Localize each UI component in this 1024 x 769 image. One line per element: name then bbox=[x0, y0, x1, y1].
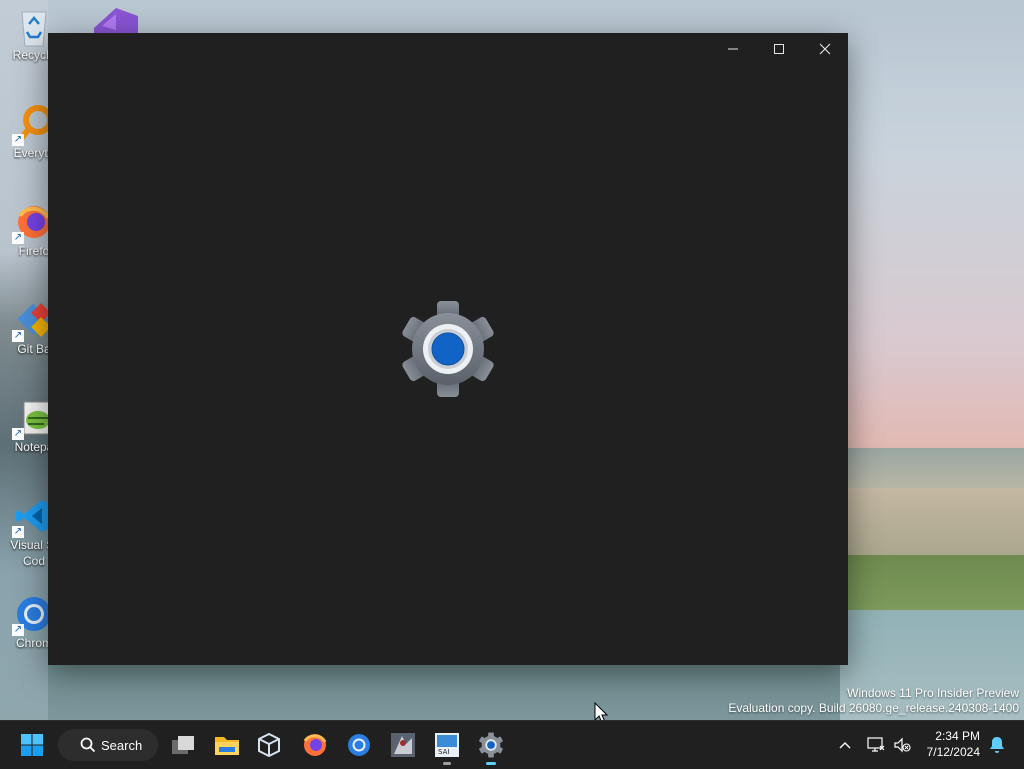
settings-gear-icon bbox=[402, 301, 494, 397]
wallpaper-field bbox=[840, 488, 1024, 558]
start-button[interactable] bbox=[16, 729, 48, 761]
settings-splash-logo bbox=[398, 301, 498, 397]
virtualbox-icon bbox=[258, 733, 280, 757]
desktop-icon-visual-studio[interactable] bbox=[92, 6, 140, 34]
wallpaper-hills bbox=[840, 448, 1024, 490]
chrome-icon bbox=[348, 734, 370, 756]
windows-watermark: Windows 11 Pro Insider Preview Evaluatio… bbox=[728, 686, 1019, 716]
firefox-icon bbox=[303, 734, 327, 756]
folder-icon bbox=[215, 737, 239, 755]
game-app-icon bbox=[391, 733, 415, 757]
maximize-icon bbox=[774, 44, 784, 54]
taskbar-app-firefox[interactable] bbox=[299, 729, 331, 761]
taskbar-app-snip[interactable]: SAI bbox=[431, 729, 463, 765]
taskbar-app-file-explorer[interactable] bbox=[211, 729, 243, 761]
network-status-button[interactable] bbox=[864, 729, 888, 761]
search-icon bbox=[80, 737, 96, 753]
minimize-icon bbox=[728, 48, 738, 50]
visual-studio-icon bbox=[94, 8, 138, 34]
notifications-button[interactable] bbox=[986, 729, 1008, 761]
taskbar-clock[interactable]: 2:34 PM 7/12/2024 bbox=[927, 728, 980, 760]
task-view-icon bbox=[172, 736, 194, 754]
watermark-line-1: Windows 11 Pro Insider Preview bbox=[847, 686, 1019, 700]
taskbar-app-game[interactable] bbox=[387, 729, 419, 761]
close-button[interactable] bbox=[802, 33, 848, 65]
minimize-button[interactable] bbox=[710, 33, 756, 65]
volume-muted-icon bbox=[894, 737, 911, 753]
settings-gear-icon bbox=[479, 732, 503, 758]
taskbar: Search SAI 2:34 PM 7/12/2024 bbox=[0, 720, 1024, 769]
taskbar-app-virtualbox[interactable] bbox=[253, 729, 285, 761]
active-indicator bbox=[486, 762, 496, 765]
clock-date: 7/12/2024 bbox=[926, 745, 980, 759]
taskbar-search[interactable]: Search bbox=[58, 729, 158, 761]
maximize-button[interactable] bbox=[756, 33, 802, 65]
wallpaper-grass bbox=[840, 555, 1024, 610]
show-hidden-icons-button[interactable] bbox=[834, 729, 856, 761]
taskbar-app-chrome[interactable] bbox=[343, 729, 375, 761]
settings-window[interactable] bbox=[48, 33, 848, 665]
chevron-up-icon bbox=[839, 742, 851, 749]
bell-icon bbox=[990, 737, 1004, 753]
close-icon bbox=[819, 43, 831, 55]
snip-app-icon: SAI bbox=[435, 733, 459, 757]
windows-logo-icon bbox=[21, 734, 43, 756]
running-indicator bbox=[443, 762, 451, 765]
volume-button[interactable] bbox=[890, 729, 914, 761]
watermark-line-2: Evaluation copy. Build 26080.ge_release.… bbox=[728, 701, 1019, 715]
taskbar-app-task-view[interactable] bbox=[167, 729, 199, 761]
search-label: Search bbox=[101, 737, 143, 753]
network-disconnected-icon bbox=[867, 737, 885, 752]
clock-time: 2:34 PM bbox=[935, 729, 980, 743]
taskbar-app-settings[interactable] bbox=[475, 729, 507, 765]
svg-text:SAI: SAI bbox=[438, 748, 449, 756]
